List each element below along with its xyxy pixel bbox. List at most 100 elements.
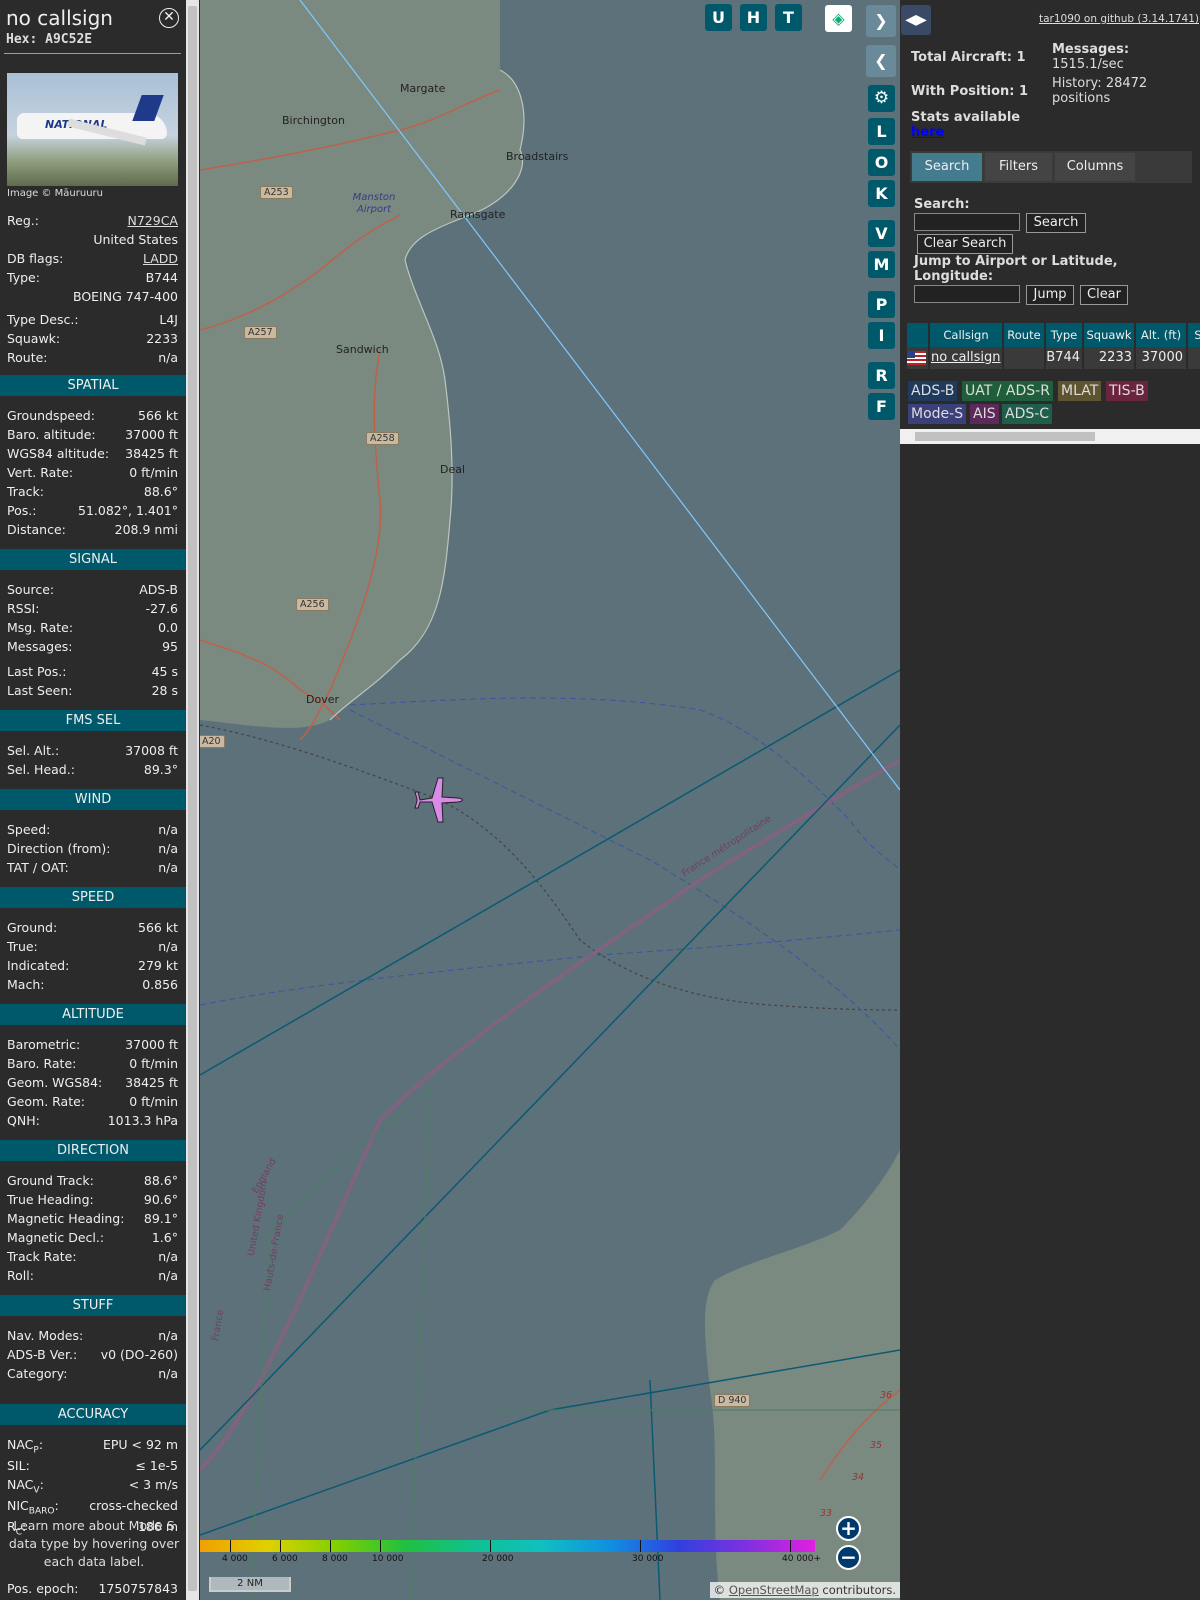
detail-row-label[interactable]: Magnetic Decl.: [7, 1230, 104, 1248]
tab-filters[interactable]: Filters [985, 153, 1052, 181]
map-button-i[interactable]: I [868, 322, 895, 349]
tab-columns[interactable]: Columns [1055, 153, 1135, 181]
detail-row-label[interactable]: Squawk: [7, 331, 60, 349]
clear-search-button[interactable]: Clear Search [917, 234, 1013, 254]
detail-row-label[interactable]: ADS-B Ver.: [7, 1347, 77, 1365]
row-callsign[interactable]: no callsign [930, 347, 1002, 369]
detail-row-label[interactable]: Distance: [7, 522, 66, 540]
detail-row-label[interactable]: Track Rate: [7, 1249, 77, 1267]
detail-row-label[interactable]: Msg. Rate: [7, 620, 73, 638]
arrows-left-right-icon[interactable]: ◀▶ [901, 5, 931, 35]
detail-row-label[interactable]: Reg.: [7, 213, 39, 231]
legend-tick [490, 1540, 491, 1552]
map-button-k[interactable]: K [868, 180, 895, 207]
layers-icon[interactable]: ◈ [825, 5, 852, 32]
detail-row-label[interactable]: QNH: [7, 1113, 40, 1131]
detail-row-value[interactable]: LADD [143, 251, 178, 269]
close-icon[interactable]: ✕ [159, 8, 179, 28]
clear-button[interactable]: Clear [1080, 285, 1128, 305]
map-button-u[interactable]: U [705, 4, 732, 31]
detail-row-label[interactable]: True: [7, 939, 38, 957]
detail-row-label[interactable]: True Heading: [7, 1192, 94, 1210]
detail-row-label[interactable]: Messages: [7, 639, 73, 657]
map-button-f[interactable]: F [868, 393, 895, 420]
detail-row-value: EPU < 92 m [102, 1437, 178, 1452]
map-button-t[interactable]: T [775, 4, 802, 31]
detail-row-label[interactable]: Direction (from): [7, 841, 111, 859]
col-alt[interactable]: Alt. (ft) [1136, 323, 1186, 347]
detail-row-label[interactable]: Baro. Rate: [7, 1056, 76, 1074]
detail-scrollbar[interactable] [186, 0, 199, 1600]
detail-row-label[interactable]: NACV: [7, 1477, 44, 1496]
col-callsign[interactable]: Callsign [930, 323, 1002, 347]
gear-icon[interactable]: ⚙ [868, 85, 895, 112]
detail-row: True: n/a [7, 939, 178, 957]
detail-row-label[interactable]: SIL: [7, 1458, 30, 1476]
zoom-out-button[interactable]: − [836, 1545, 861, 1570]
detail-row-label[interactable]: Type: [7, 270, 40, 288]
label-main: True Heading: [7, 1192, 94, 1207]
detail-row-label[interactable]: Roll: [7, 1268, 34, 1286]
chevron-left-icon[interactable]: ❮ [866, 45, 896, 77]
jump-button[interactable]: Jump [1026, 285, 1074, 305]
map-view[interactable]: Margate Birchington Broadstairs Manston Air… [200, 0, 900, 1600]
detail-row-label[interactable]: Mach: [7, 977, 44, 995]
stats-link[interactable]: here [911, 125, 944, 140]
osm-link[interactable]: OpenStreetMap [729, 1583, 819, 1597]
map-button-l[interactable]: L [868, 118, 895, 145]
detail-scrollbar-thumb[interactable] [188, 6, 197, 1591]
detail-row-label[interactable]: Geom. Rate: [7, 1094, 85, 1112]
map-button-p[interactable]: P [868, 291, 895, 318]
detail-row-label[interactable]: TAT / OAT: [7, 860, 69, 878]
detail-row-label[interactable]: Route: [7, 350, 48, 368]
map-button-r[interactable]: R [868, 362, 895, 389]
detail-row-label[interactable]: Geom. WGS84: [7, 1075, 102, 1093]
detail-row-label[interactable]: Baro. altitude: [7, 427, 96, 445]
col-type[interactable]: Type [1046, 323, 1082, 347]
search-input[interactable] [914, 213, 1020, 231]
map-button-h[interactable]: H [740, 4, 767, 31]
detail-row-value: 28 s [151, 683, 178, 698]
detail-row-label[interactable]: RSSI: [7, 601, 39, 619]
pos-epoch-label[interactable]: Pos. epoch: [7, 1581, 78, 1599]
tab-search[interactable]: Search [912, 153, 982, 181]
detail-row-label[interactable]: Nav. Modes: [7, 1328, 83, 1346]
detail-row-label[interactable]: NACP: [7, 1437, 43, 1456]
detail-row-label[interactable]: Ground Track: [7, 1173, 94, 1191]
detail-row-label[interactable]: Type Desc.: [7, 312, 79, 330]
col-squawk[interactable]: Squawk [1084, 323, 1134, 347]
detail-row-label[interactable]: Sel. Head.: [7, 762, 75, 780]
detail-row-label[interactable]: Speed: [7, 822, 50, 840]
detail-row-label[interactable]: Magnetic Heading: [7, 1211, 124, 1229]
github-link[interactable]: tar1090 on github (3.14.1741) [1039, 13, 1199, 25]
detail-row-label[interactable]: Ground: [7, 920, 57, 938]
detail-row-label[interactable]: Last Pos.: [7, 664, 66, 682]
zoom-in-button[interactable]: + [836, 1516, 861, 1541]
detail-row-label[interactable]: Groundspeed: [7, 408, 95, 426]
detail-row-label[interactable]: Last Seen: [7, 683, 72, 701]
detail-row-label[interactable]: Barometric: [7, 1037, 80, 1055]
table-hscrollbar-thumb[interactable] [915, 432, 1095, 441]
detail-row-label[interactable]: WGS84 altitude: [7, 446, 109, 464]
col-route[interactable]: Route [1004, 323, 1044, 347]
detail-row-label[interactable]: Source: [7, 582, 54, 600]
detail-row-label[interactable]: NICBARO: [7, 1498, 59, 1517]
detail-row-value[interactable]: N729CA [128, 213, 179, 231]
detail-row-label[interactable]: Sel. Alt.: [7, 743, 59, 761]
map-button-m[interactable]: M [868, 251, 895, 278]
col-speed[interactable]: S [1188, 323, 1200, 347]
aircraft-photo[interactable]: NATIONAL [7, 73, 178, 186]
header-divider [4, 53, 181, 54]
detail-row-label[interactable]: Pos.: [7, 503, 36, 521]
detail-row-label[interactable]: Category: [7, 1366, 67, 1384]
map-button-v[interactable]: V [868, 220, 895, 247]
map-button-o[interactable]: O [868, 149, 895, 176]
detail-row-label[interactable]: Track: [7, 484, 44, 502]
table-hscrollbar[interactable] [900, 429, 1200, 444]
detail-row-label[interactable]: Indicated: [7, 958, 69, 976]
search-button[interactable]: Search [1026, 213, 1086, 233]
detail-row-label[interactable]: DB flags: [7, 251, 63, 269]
jump-input[interactable] [914, 285, 1020, 303]
detail-row-label[interactable]: Vert. Rate: [7, 465, 73, 483]
chevron-right-icon[interactable]: ❯ [866, 5, 896, 37]
